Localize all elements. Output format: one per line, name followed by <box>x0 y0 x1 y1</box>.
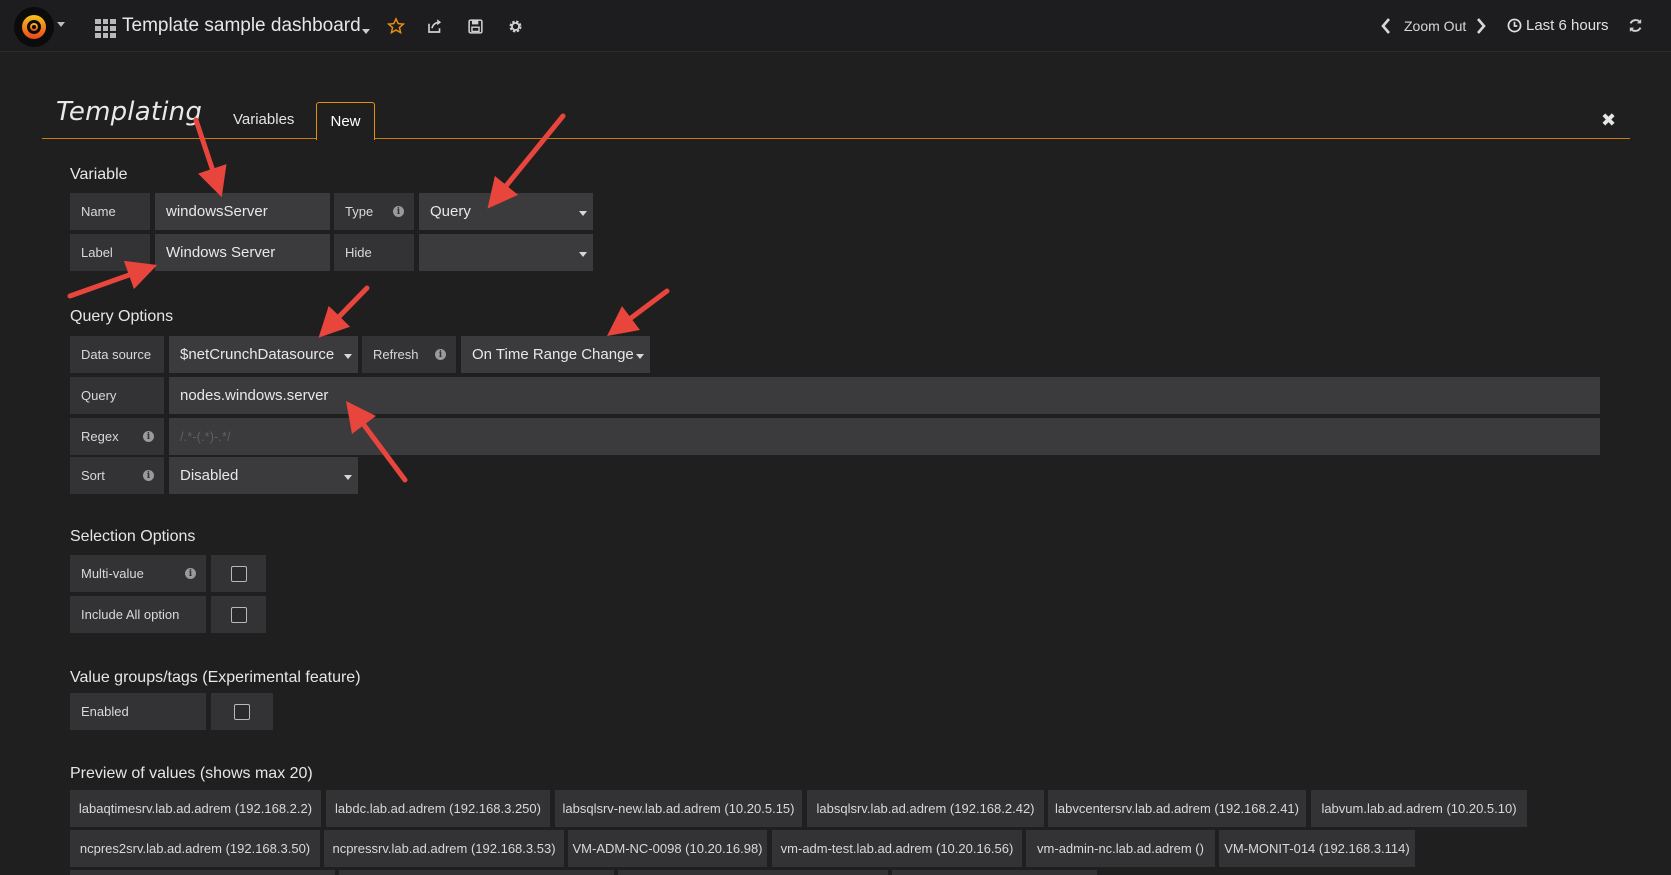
name-label: Name <box>70 193 150 230</box>
chevron-left-icon[interactable] <box>1380 17 1392 40</box>
tab-new[interactable]: New <box>316 102 375 140</box>
arrow-to-datasource-select <box>318 285 370 338</box>
sort-select-value: Disabled <box>180 467 239 484</box>
refresh-label: Refresh i <box>362 336 456 373</box>
grafana-logo-icon[interactable] <box>14 7 54 47</box>
preview-value-chip: vm-admin-nc.lab.ad.adrem () <box>1026 830 1215 867</box>
gear-icon[interactable] <box>503 14 527 38</box>
star-icon[interactable] <box>384 14 408 38</box>
enabled-checkbox[interactable] <box>234 704 250 720</box>
chevron-down-icon <box>636 353 644 359</box>
regex-label: Regex i <box>70 418 164 455</box>
multi-value-cell <box>211 555 266 592</box>
time-range-label: Last 6 hours <box>1526 17 1609 34</box>
query-options-section-title: Query Options <box>70 308 174 325</box>
info-icon: i <box>143 431 154 442</box>
preview-value-chip: labsqlsrv-new.lab.ad.adrem (10.20.5.15) <box>555 790 802 827</box>
chevron-down-icon[interactable] <box>57 22 65 27</box>
preview-value-chip: labdc.lab.ad.adrem (192.168.3.250) <box>326 790 550 827</box>
sort-select[interactable]: Disabled <box>169 457 358 494</box>
clock-icon <box>1507 18 1522 33</box>
label-label: Label <box>70 234 150 271</box>
chevron-down-icon <box>579 210 587 216</box>
type-label: Type i <box>334 193 414 230</box>
include-all-checkbox[interactable] <box>231 607 247 623</box>
datasource-label: Data source <box>70 336 164 373</box>
enabled-label: Enabled <box>70 693 206 730</box>
chevron-down-icon[interactable] <box>362 29 370 34</box>
info-icon: i <box>185 568 196 579</box>
info-icon: i <box>393 206 404 217</box>
refresh-select[interactable]: On Time Range Change <box>461 336 650 373</box>
save-icon[interactable] <box>463 14 487 38</box>
arrow-to-type-select <box>487 113 566 209</box>
include-all-label: Include All option <box>70 596 206 633</box>
chevron-down-icon <box>344 353 352 359</box>
time-range-picker[interactable]: Last 6 hours <box>1507 17 1609 34</box>
info-icon: i <box>435 349 446 360</box>
preview-value-chip: VM-ADM-NC-0098 (10.20.16.98) <box>568 830 767 867</box>
preview-value-chip <box>892 870 1097 875</box>
datasource-select[interactable]: $netCrunchDatasource <box>169 336 358 373</box>
preview-value-chip: labvum.lab.ad.adrem (10.20.5.10) <box>1311 790 1527 827</box>
hide-select[interactable] <box>419 234 593 271</box>
hide-label: Hide <box>334 234 414 271</box>
enabled-cell <box>211 693 273 730</box>
info-icon: i <box>143 470 154 481</box>
preview-value-chip <box>618 870 888 875</box>
tab-underline <box>42 138 1630 139</box>
arrow-to-refresh-select <box>607 288 670 336</box>
datasource-select-value: $netCrunchDatasource <box>180 346 335 363</box>
share-icon[interactable] <box>423 14 447 38</box>
value-groups-section-title: Value groups/tags (Experimental feature) <box>70 669 361 686</box>
arrow-to-label-input <box>67 260 158 299</box>
refresh-select-value: On Time Range Change <box>472 346 634 363</box>
preview-value-chip: labsqlsrv.lab.ad.adrem (192.168.2.42) <box>807 790 1044 827</box>
preview-section-title: Preview of values (shows max 20) <box>70 765 313 782</box>
close-icon[interactable]: ✖ <box>1601 110 1616 131</box>
preview-value-chip: vm-adm-test.lab.ad.adrem (10.20.16.56) <box>772 830 1022 867</box>
multi-value-checkbox[interactable] <box>231 566 247 582</box>
query-label: Query <box>70 377 164 414</box>
type-select-value: Query <box>430 203 471 220</box>
sort-label: Sort i <box>70 457 164 494</box>
tab-variables[interactable]: Variables <box>233 111 294 128</box>
regex-input[interactable]: /.*-(.*)-.*/ <box>169 418 1600 455</box>
include-all-cell <box>211 596 266 633</box>
preview-value-chip: ncpressrv.lab.ad.adrem (192.168.3.53) <box>324 830 564 867</box>
preview-value-chip <box>70 870 335 875</box>
multi-value-label: Multi-value i <box>70 555 206 592</box>
sort-label-text: Sort <box>81 468 105 483</box>
arrow-to-name-input <box>193 117 227 198</box>
zoom-out-button[interactable]: Zoom Out <box>1404 18 1466 34</box>
query-input[interactable]: nodes.windows.server <box>169 377 1600 414</box>
name-input[interactable]: windowsServer <box>155 193 330 230</box>
preview-value-chip: VM-MONIT-014 (192.168.3.114) <box>1219 830 1415 867</box>
chevron-right-icon[interactable] <box>1475 17 1487 40</box>
chevron-down-icon <box>579 251 587 257</box>
top-navbar: Template sample dashboard Zoom Out Last … <box>0 0 1671 52</box>
variable-section-title: Variable <box>70 166 128 183</box>
label-input[interactable]: Windows Server <box>155 234 330 271</box>
type-select[interactable]: Query <box>419 193 593 230</box>
type-label-text: Type <box>345 204 374 219</box>
chevron-down-icon <box>344 474 352 480</box>
selection-options-section-title: Selection Options <box>70 528 196 545</box>
dashboard-grid-icon <box>95 19 116 38</box>
preview-value-chip: labvcentersrv.lab.ad.adrem (192.168.2.41… <box>1048 790 1306 827</box>
preview-value-chip: labaqtimesrv.lab.ad.adrem (192.168.2.2) <box>70 790 321 827</box>
multi-value-label-text: Multi-value <box>81 566 144 581</box>
page-title: Templating <box>56 97 203 127</box>
regex-label-text: Regex <box>81 429 119 444</box>
dashboard-title[interactable]: Template sample dashboard <box>122 15 361 37</box>
refresh-label-text: Refresh <box>373 347 419 362</box>
preview-value-chip: ncpres2srv.lab.ad.adrem (192.168.3.50) <box>70 830 320 867</box>
refresh-icon[interactable] <box>1627 17 1644 39</box>
preview-value-chip <box>339 870 614 875</box>
